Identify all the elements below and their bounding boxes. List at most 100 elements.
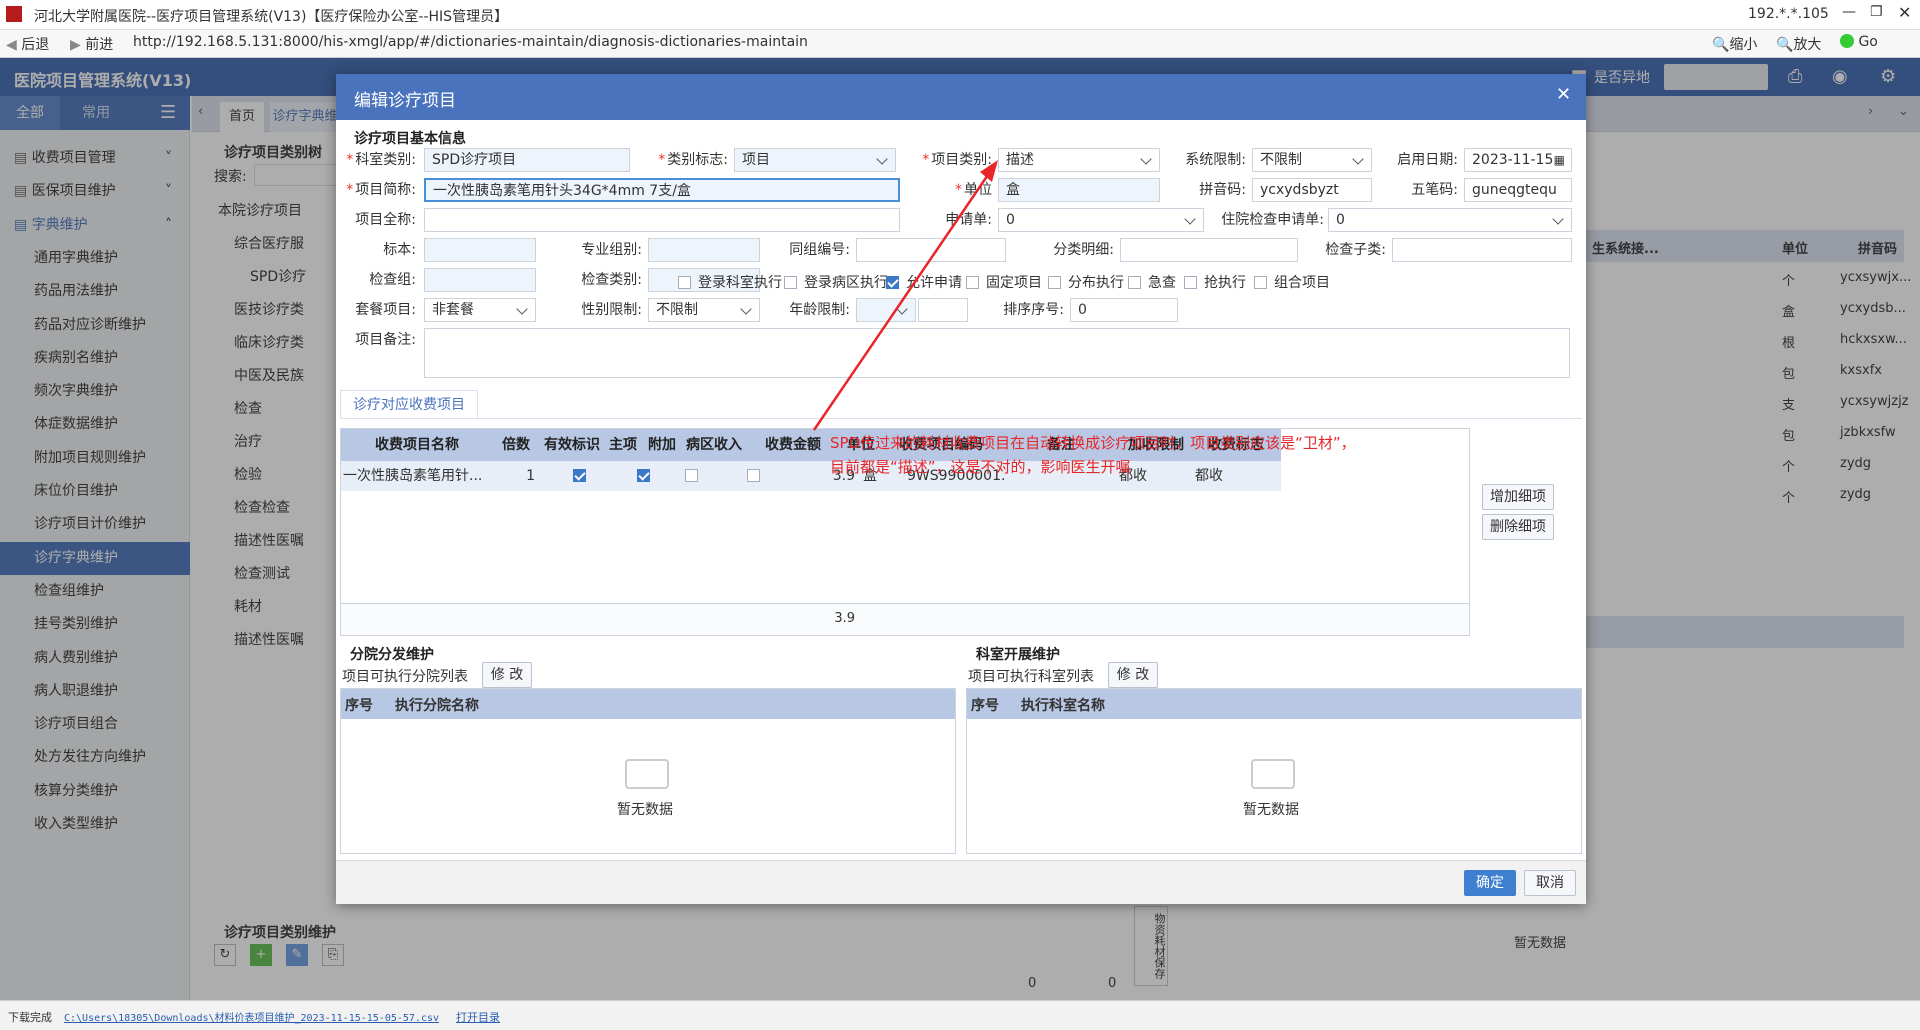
fee-col-header: 主项 xyxy=(609,437,637,453)
cancel-button[interactable]: 取消 xyxy=(1524,870,1576,896)
download-file-link[interactable]: C:\Users\18305\Downloads\材料价表项目维护_2023-1… xyxy=(64,1009,439,1024)
fee-col-header: 有效标识 xyxy=(544,437,600,453)
full-name-field[interactable] xyxy=(424,208,900,232)
dept-type-field[interactable]: SPD诊疗项目 xyxy=(424,148,630,172)
exam-sub-field[interactable] xyxy=(1392,238,1572,262)
fee-col-header: 收费金额 xyxy=(765,437,821,453)
start-date-field[interactable]: 2023-11-15 ▦ xyxy=(1464,148,1572,172)
checkbox-box[interactable] xyxy=(1254,276,1267,289)
exam-type-label: 检查类别: xyxy=(581,272,642,288)
pinyin-field[interactable]: ycxydsbyzt xyxy=(1252,178,1372,202)
sort-no-label: 排序序号: xyxy=(1003,302,1064,318)
checkbox-box[interactable] xyxy=(886,276,899,289)
dept-grid: 序号 执行科室名称 暂无数据 xyxy=(966,688,1582,854)
unit-field[interactable]: 盒 xyxy=(998,178,1160,202)
checkbox-label: 登录病区执行 xyxy=(804,275,888,291)
fee-col-header: 倍数 xyxy=(502,437,530,453)
specimen-label: 标本: xyxy=(383,242,416,258)
addon-checkbox[interactable] xyxy=(685,469,698,482)
checkbox-box[interactable] xyxy=(678,276,691,289)
restore-button[interactable]: ❐ xyxy=(1870,4,1883,20)
fee-total-row: 3.9 xyxy=(341,603,1469,635)
branch-empty: 暂无数据 xyxy=(617,802,673,818)
fee-cell-name: 一次性胰岛素笔用针... xyxy=(343,468,483,484)
checkbox-label: 组合项目 xyxy=(1274,275,1330,291)
fee-col-header: 附加 xyxy=(648,437,676,453)
dialog-close-icon[interactable]: ✕ xyxy=(1556,84,1571,105)
zoom-out-icon: 🔍 xyxy=(1712,37,1730,53)
checkbox-label: 抢执行 xyxy=(1204,275,1246,291)
class-detail-field[interactable] xyxy=(1120,238,1298,262)
delete-detail-button[interactable]: 删除细项 xyxy=(1482,514,1554,540)
fee-tab[interactable]: 诊疗对应收费项目 xyxy=(340,390,478,418)
prof-group-label: 专业组别: xyxy=(581,242,642,258)
checkbox-label: 分布执行 xyxy=(1068,275,1124,291)
calendar-icon: ▦ xyxy=(1553,153,1565,167)
empty-tray-icon xyxy=(625,759,669,789)
branch-col-seq: 序号 xyxy=(345,698,373,714)
checkbox-label: 登录科室执行 xyxy=(698,275,782,291)
age-limit-label: 年龄限制: xyxy=(789,302,850,318)
item-type-label: * 项目类别: xyxy=(922,152,992,168)
zoom-in-button[interactable]: 🔍放大 xyxy=(1776,34,1821,54)
add-detail-button[interactable]: 增加细项 xyxy=(1482,484,1554,510)
fee-tab-divider xyxy=(340,418,1582,419)
go-button[interactable]: Go xyxy=(1840,34,1878,50)
empty-tray-icon xyxy=(1251,759,1295,789)
prof-group-field[interactable] xyxy=(648,238,760,262)
sort-no-field[interactable]: 0 xyxy=(1070,298,1178,322)
checkbox-box[interactable] xyxy=(784,276,797,289)
checkbox-box[interactable] xyxy=(1048,276,1061,289)
branch-col-name: 执行分院名称 xyxy=(395,698,479,714)
age-limit-select[interactable] xyxy=(856,298,916,322)
zoom-out-button[interactable]: 🔍缩小 xyxy=(1712,34,1757,54)
inpatient-form-select[interactable]: 0 xyxy=(1328,208,1572,232)
checkbox-box[interactable] xyxy=(1184,276,1197,289)
checkbox-label: 允许申请 xyxy=(906,275,962,291)
package-label: 套餐项目: xyxy=(355,302,416,318)
forward-icon: ▶ xyxy=(70,37,86,53)
category-flag-select[interactable]: 项目 xyxy=(734,148,896,172)
short-name-field[interactable]: 一次性胰岛素笔用针头34G*4mm 7支/盒 xyxy=(424,178,900,202)
group-no-field[interactable] xyxy=(856,238,1006,262)
ok-button[interactable]: 确定 xyxy=(1464,870,1516,896)
annotation-line-2: 目前都是“描述”，这是不对的，影响医生开嘱 xyxy=(830,458,1131,476)
back-button[interactable]: ◀ 后退 xyxy=(6,34,49,54)
remark-textarea[interactable] xyxy=(424,328,1570,378)
url-field[interactable]: http://192.168.5.131:8000/his-xmgl/app/#… xyxy=(133,34,808,50)
minimize-button[interactable]: — xyxy=(1842,4,1856,20)
age-limit-field[interactable] xyxy=(918,298,968,322)
dept-edit-button[interactable]: 修 改 xyxy=(1108,662,1158,688)
window-title: 河北大学附属医院--医疗项目管理系统(V13)【医疗保险办公室--HIS管理员】 xyxy=(34,9,509,25)
branch-grid: 序号 执行分院名称 暂无数据 xyxy=(340,688,956,854)
full-name-label: 项目全称: xyxy=(355,212,416,228)
apply-form-select[interactable]: 0 xyxy=(998,208,1204,232)
branch-title: 分院分发维护 xyxy=(350,647,434,663)
wubi-field[interactable]: guneqgtequ xyxy=(1464,178,1572,202)
dept-type-label: * 科室类别: xyxy=(346,152,416,168)
status-label: 下载完成 xyxy=(8,1011,52,1024)
dialog-title: 编辑诊疗项目 xyxy=(354,91,456,111)
valid-checkbox[interactable] xyxy=(573,469,586,482)
sys-limit-select[interactable]: 不限制 xyxy=(1252,148,1372,172)
gender-limit-select[interactable]: 不限制 xyxy=(648,298,760,322)
ward-income-checkbox[interactable] xyxy=(747,469,760,482)
zoom-in-icon: 🔍 xyxy=(1776,37,1794,53)
fee-row[interactable]: 一次性胰岛素笔用针... 1 3.9 盒 9WS9900001... 都收 都收 xyxy=(341,461,1281,491)
main-item-checkbox[interactable] xyxy=(637,469,650,482)
dept-list-label: 项目可执行科室列表 xyxy=(968,669,1094,685)
annotation-line-1: SPD传过来的耗材收费项目在自动转换成诊疗项目时，项目类别应该是“卫材”， xyxy=(830,434,1356,452)
forward-button[interactable]: ▶ 前进 xyxy=(70,34,113,54)
fee-cell-fee-flag: 都收 xyxy=(1195,468,1223,484)
ip-label: 192.*.*.105 xyxy=(1748,6,1829,22)
branch-edit-button[interactable]: 修 改 xyxy=(482,662,532,688)
close-window-button[interactable]: ✕ xyxy=(1898,3,1911,22)
class-detail-label: 分类明细: xyxy=(1053,242,1114,258)
status-bar: 下载完成 C:\Users\18305\Downloads\材料价表项目维护_2… xyxy=(0,1000,1920,1030)
app-logo-icon xyxy=(6,6,22,22)
branch-grid-header: 序号 执行分院名称 xyxy=(341,689,955,719)
checkbox-box[interactable] xyxy=(966,276,979,289)
checkbox-box[interactable] xyxy=(1128,276,1141,289)
item-type-select[interactable]: 描述 xyxy=(998,148,1160,172)
open-folder-link[interactable]: 打开目录 xyxy=(456,1009,500,1025)
